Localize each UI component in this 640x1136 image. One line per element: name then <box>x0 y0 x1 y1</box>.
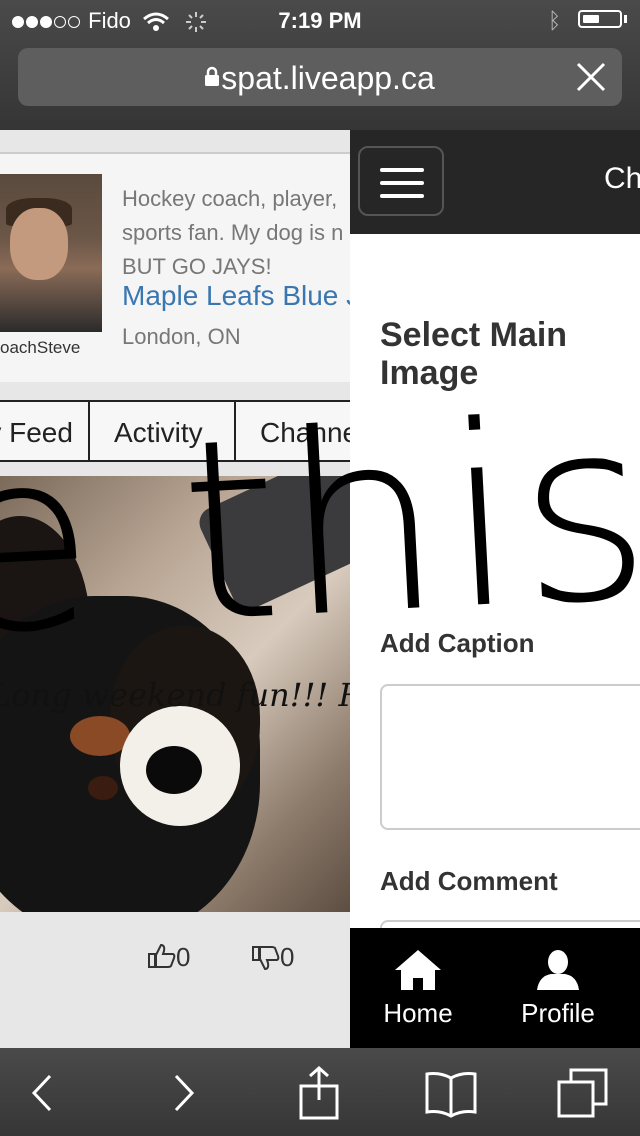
battery-tip <box>624 15 627 23</box>
close-icon[interactable] <box>574 60 608 94</box>
dislike-count: 0 <box>280 942 295 972</box>
status-bar: Fido 7:19 PM ᛒ <box>0 0 640 40</box>
tabs-icon[interactable] <box>556 1066 610 1120</box>
profile-username[interactable]: oachSteve <box>0 338 80 358</box>
like-button[interactable]: 0 <box>148 942 190 973</box>
profile-location: London, ON <box>122 324 241 349</box>
add-comment-label: Add Comment <box>380 866 558 896</box>
dislike-button[interactable]: 0 <box>252 942 294 973</box>
profile-bio: Hockey coach, player, sports fan. My dog… <box>122 186 344 279</box>
bookmarks-icon[interactable] <box>424 1066 478 1120</box>
profile-icon <box>537 950 579 990</box>
battery-icon <box>578 10 622 28</box>
url-text[interactable]: spat.liveapp.ca <box>18 60 598 97</box>
profile-card: oachSteve Hockey coach, player, sports f… <box>0 152 350 382</box>
handwritten-overlay-text: e this! <box>0 357 640 692</box>
bluetooth-icon: ᛒ <box>548 8 562 33</box>
nav-profile[interactable]: Profile <box>490 928 626 1048</box>
avatar[interactable] <box>0 174 102 332</box>
clock: 7:19 PM <box>278 8 362 33</box>
vote-bar: 0 0 <box>0 912 350 1048</box>
address-bar[interactable]: spat.liveapp.ca <box>18 48 622 106</box>
like-count: 0 <box>176 942 191 972</box>
caption-input[interactable] <box>380 684 640 830</box>
menu-button[interactable] <box>358 146 444 216</box>
home-icon <box>395 950 441 990</box>
panel-header: Ch <box>350 130 640 234</box>
bottom-nav: Home Profile <box>350 928 640 1048</box>
share-icon[interactable] <box>292 1066 346 1120</box>
nav-home[interactable]: Home <box>350 928 486 1048</box>
nav-profile-label: Profile <box>521 998 595 1028</box>
thumbs-up-icon <box>148 943 176 968</box>
back-icon[interactable] <box>16 1066 70 1120</box>
favorite-team-link[interactable]: Maple Leafs Blue J <box>122 280 350 312</box>
thumbs-down-icon <box>252 946 280 971</box>
panel-header-title: Ch <box>604 162 640 195</box>
browser-toolbar <box>0 1048 640 1136</box>
nav-home-label: Home <box>383 998 453 1028</box>
forward-icon[interactable] <box>156 1066 210 1120</box>
